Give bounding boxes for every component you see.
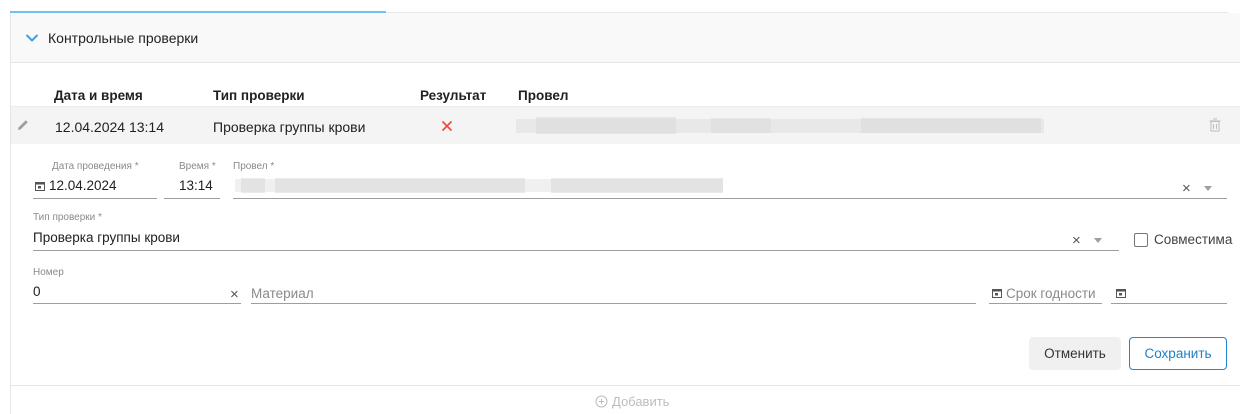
- edit-icon[interactable]: [15, 117, 31, 133]
- column-header-check-type: Тип проверки: [213, 88, 305, 103]
- time-underline: [164, 198, 220, 199]
- chevron-down-icon[interactable]: [23, 29, 41, 47]
- column-header-result: Результат: [420, 88, 487, 103]
- performer-label: Провел *: [233, 161, 275, 172]
- number-label: Номер: [33, 267, 64, 278]
- footer-divider: [11, 385, 1240, 386]
- save-button[interactable]: Сохранить: [1129, 337, 1227, 370]
- time-label: Время *: [179, 161, 216, 172]
- cancel-button[interactable]: Отменить: [1029, 337, 1121, 370]
- column-header-performer: Провел: [518, 88, 569, 103]
- material-underline: [251, 303, 976, 304]
- compatible-label: Совместима: [1154, 232, 1233, 247]
- check-type-underline: [33, 250, 1119, 251]
- result-fail-icon: [439, 118, 455, 134]
- date-underline: [33, 198, 157, 199]
- calendar-icon[interactable]: [34, 180, 46, 192]
- clear-performer-icon[interactable]: ×: [1182, 181, 1191, 196]
- delete-icon[interactable]: [1207, 117, 1223, 133]
- expiry-end-underline: [1111, 303, 1227, 304]
- compatible-checkbox[interactable]: [1134, 233, 1148, 247]
- chevron-down-icon[interactable]: [1094, 238, 1102, 243]
- date-input[interactable]: 12.04.2024: [49, 178, 117, 193]
- material-input[interactable]: Материал: [251, 286, 314, 301]
- calendar-icon[interactable]: [1115, 287, 1127, 299]
- expiry-date-input[interactable]: Срок годности: [1006, 286, 1096, 301]
- column-header-datetime: Дата и время: [54, 88, 143, 103]
- section-title: Контрольные проверки: [48, 29, 199, 46]
- number-input[interactable]: 0: [33, 284, 41, 299]
- section-header[interactable]: Контрольные проверки: [11, 13, 1240, 63]
- plus-circle-icon: [595, 395, 608, 408]
- clear-number-icon[interactable]: ×: [230, 287, 239, 302]
- row-check-type: Проверка группы крови: [213, 119, 366, 135]
- add-label: Добавить: [612, 394, 670, 409]
- performer-underline: [233, 198, 1227, 199]
- time-input[interactable]: 13:14: [179, 178, 213, 193]
- calendar-icon[interactable]: [991, 287, 1003, 299]
- chevron-down-icon[interactable]: [1204, 186, 1212, 191]
- date-label: Дата проведения *: [52, 161, 139, 172]
- check-type-select[interactable]: Проверка группы крови: [33, 230, 180, 245]
- expiry-underline: [989, 303, 1102, 304]
- row-datetime: 12.04.2024 13:14: [55, 119, 164, 135]
- check-type-label: Тип проверки *: [33, 212, 102, 223]
- add-button[interactable]: Добавить: [595, 394, 669, 409]
- number-underline: [33, 303, 241, 304]
- clear-check-type-icon[interactable]: ×: [1072, 233, 1081, 248]
- control-checks-panel: Контрольные проверки Дата и время Тип пр…: [10, 13, 1240, 414]
